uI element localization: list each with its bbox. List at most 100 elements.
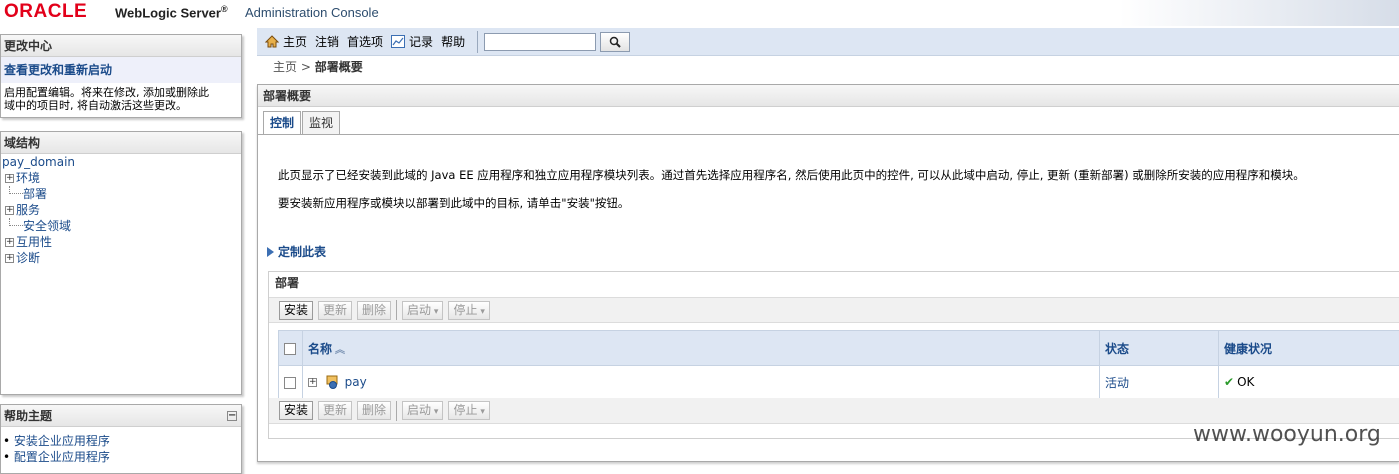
deployments-section: 部署 安装 更新 删除 启动 停止 名称︽ 状态 健康状况 xyxy=(268,271,1399,439)
tree-connector xyxy=(9,186,23,194)
collapse-icon[interactable]: − xyxy=(227,411,237,421)
name-column-header[interactable]: 名称︽ xyxy=(303,331,1100,366)
install-button[interactable]: 安装 xyxy=(279,301,313,320)
home-link[interactable]: 主页 xyxy=(257,33,307,50)
app-health-cell: ✔OK xyxy=(1219,366,1399,399)
deployments-button-bar-bottom: 安装 更新 删除 启动 停止 xyxy=(269,398,1399,424)
tree-item-security-realms[interactable]: 安全领域 xyxy=(2,218,241,234)
tab-monitoring[interactable]: 监视 xyxy=(302,111,340,135)
help-topics-list: 安装企业应用程序 配置企业应用程序 xyxy=(1,427,241,465)
intro-text: 此页显示了已经安装到此域的 Java EE 应用程序和独立应用程序模块列表。通过… xyxy=(278,167,1305,183)
tree-item-environment[interactable]: + 环境 xyxy=(2,170,241,186)
change-desc-line2: 域中的项目时, 将自动激活这些更改。 xyxy=(4,99,238,112)
start-dropdown-button[interactable]: 启动 xyxy=(402,301,443,320)
select-all-checkbox[interactable] xyxy=(284,343,296,355)
tree-item-label[interactable]: 互用性 xyxy=(16,234,52,250)
customize-table-link[interactable]: 定制此表 xyxy=(267,243,326,260)
tab-control[interactable]: 控制 xyxy=(263,111,301,135)
tree-item-label[interactable]: 环境 xyxy=(16,170,40,186)
start-dropdown-button[interactable]: 启动 xyxy=(402,401,443,420)
search-input[interactable] xyxy=(484,33,596,51)
tree-item-label[interactable]: 安全领域 xyxy=(23,218,71,234)
search-button[interactable] xyxy=(600,32,630,52)
tree-item-services[interactable]: + 服务 xyxy=(2,202,241,218)
record-link[interactable]: 记录 xyxy=(391,33,433,50)
domain-tree: pay_domain + 环境 部署 + 服务 安全领域 + 互用性 + 诊断 xyxy=(1,154,241,266)
change-center-description: 启用配置编辑。将来在修改, 添加或删除此 域中的项目时, 将自动激活这些更改。 xyxy=(1,83,241,115)
domain-structure-title: 域结构 xyxy=(1,132,241,154)
preferences-link[interactable]: 首选项 xyxy=(347,33,383,50)
sort-ascending-icon[interactable]: ︽ xyxy=(335,345,345,356)
select-all-header[interactable] xyxy=(279,331,303,366)
domain-root-link[interactable]: pay_domain xyxy=(2,154,241,170)
change-desc-line1: 启用配置编辑。将来在修改, 添加或删除此 xyxy=(4,86,238,99)
tree-item-label[interactable]: 服务 xyxy=(16,202,40,218)
help-topics-header: 帮助主题 − xyxy=(1,405,241,427)
tree-item-deployments[interactable]: 部署 xyxy=(2,186,241,202)
table-row: + pay 活动 ✔OK xyxy=(279,366,1399,399)
update-button[interactable]: 更新 xyxy=(318,301,352,320)
breadcrumb-separator: > xyxy=(301,60,311,74)
button-divider xyxy=(396,401,397,421)
breadcrumb-home[interactable]: 主页 xyxy=(273,60,297,74)
tab-divider xyxy=(258,134,1399,135)
breadcrumb-current: 部署概要 xyxy=(315,60,363,74)
name-column-label[interactable]: 名称 xyxy=(308,342,332,356)
app-state-cell: 活动 xyxy=(1100,366,1219,399)
breadcrumb: 主页 > 部署概要 xyxy=(273,58,363,76)
record-icon xyxy=(391,35,405,48)
expand-triangle-icon xyxy=(267,247,274,257)
domain-structure-panel: 域结构 pay_domain + 环境 部署 + 服务 安全领域 + 互用性 +… xyxy=(0,131,242,395)
expand-icon[interactable]: + xyxy=(5,238,14,247)
install-button[interactable]: 安装 xyxy=(279,401,313,420)
tree-item-interoperability[interactable]: + 互用性 xyxy=(2,234,241,250)
console-header: ORACLE WebLogic Server® Administration C… xyxy=(0,0,1399,26)
tab-bar: 控制 监视 xyxy=(263,111,341,135)
health-column-header[interactable]: 健康状况 xyxy=(1219,331,1399,366)
install-hint-text: 要安装新应用程序或模块以部署到此域中的目标, 请单击"安装"按钮。 xyxy=(278,195,629,211)
expand-icon[interactable]: + xyxy=(5,254,14,263)
ok-check-icon: ✔ xyxy=(1224,375,1234,389)
expand-icon[interactable]: + xyxy=(5,174,14,183)
table-header-row: 名称︽ 状态 健康状况 xyxy=(279,331,1399,366)
stop-dropdown-button[interactable]: 停止 xyxy=(448,401,489,420)
product-name-text: WebLogic Server xyxy=(115,5,221,20)
help-topics-title: 帮助主题 xyxy=(4,405,52,426)
delete-button[interactable]: 删除 xyxy=(357,301,391,320)
row-checkbox[interactable] xyxy=(284,377,296,389)
state-column-header[interactable]: 状态 xyxy=(1100,331,1219,366)
view-changes-link[interactable]: 查看更改和重新启动 xyxy=(1,57,241,83)
product-name: WebLogic Server® xyxy=(115,4,228,20)
help-link[interactable]: 帮助 xyxy=(441,33,465,50)
row-select-cell[interactable] xyxy=(279,366,303,399)
change-center-panel: 更改中心 查看更改和重新启动 启用配置编辑。将来在修改, 添加或删除此 域中的项… xyxy=(0,34,242,118)
deployments-title: 部署 xyxy=(269,272,1399,294)
tree-connector xyxy=(9,218,23,226)
logout-link[interactable]: 注销 xyxy=(315,33,339,50)
help-topic-link[interactable]: 安装企业应用程序 xyxy=(3,433,241,449)
search-icon xyxy=(609,36,621,48)
delete-button[interactable]: 删除 xyxy=(357,401,391,420)
customize-label[interactable]: 定制此表 xyxy=(278,243,326,260)
tree-item-label[interactable]: 诊断 xyxy=(16,250,40,266)
console-name: Administration Console xyxy=(245,5,379,20)
home-label[interactable]: 主页 xyxy=(283,33,307,50)
tree-item-diagnostics[interactable]: + 诊断 xyxy=(2,250,241,266)
main-content: 部署概要 控制 监视 此页显示了已经安装到此域的 Java EE 应用程序和独立… xyxy=(257,84,1399,462)
tree-item-label[interactable]: 部署 xyxy=(23,186,47,202)
stop-dropdown-button[interactable]: 停止 xyxy=(448,301,489,320)
home-icon xyxy=(265,35,279,48)
update-button[interactable]: 更新 xyxy=(318,401,352,420)
record-label[interactable]: 记录 xyxy=(409,33,433,50)
deployments-table: 名称︽ 状态 健康状况 + pay xyxy=(278,330,1399,399)
app-name-cell: + pay xyxy=(303,366,1100,399)
health-status-text: OK xyxy=(1237,375,1254,389)
toolbar-divider xyxy=(477,31,478,53)
oracle-logo: ORACLE xyxy=(4,1,87,23)
expand-icon[interactable]: + xyxy=(5,206,14,215)
registered-mark: ® xyxy=(221,4,228,14)
app-name-link[interactable]: pay xyxy=(345,375,367,389)
help-topic-link[interactable]: 配置企业应用程序 xyxy=(3,449,241,465)
application-icon xyxy=(326,375,339,389)
expand-row-icon[interactable]: + xyxy=(308,378,317,387)
